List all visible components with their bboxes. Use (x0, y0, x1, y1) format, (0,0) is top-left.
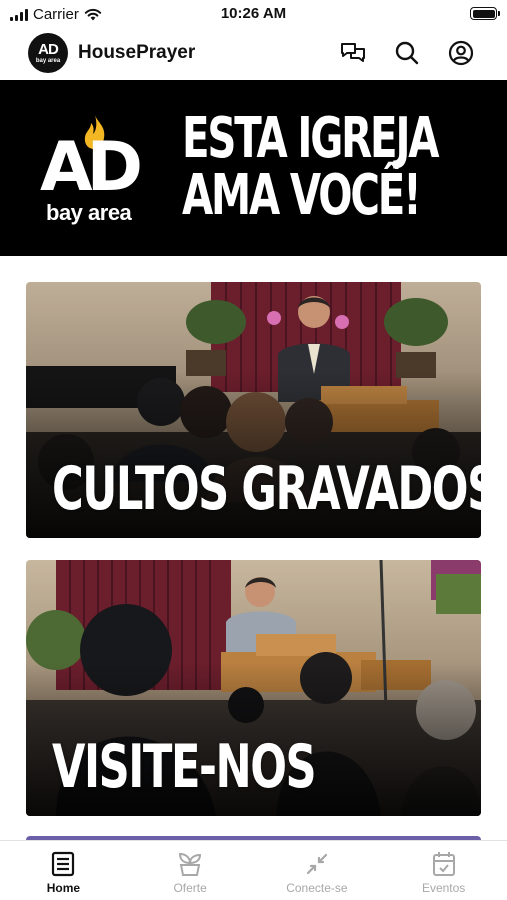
tab-bar: Home Oferte Conecte-se Eventos (0, 840, 507, 900)
logo-badge-text: AD (38, 41, 59, 58)
church-logo: AD bay area (40, 108, 160, 228)
hero-banner[interactable]: AD bay area ESTA IGREJA AMA VOCÊ! (0, 80, 507, 256)
tab-eventos-label: Eventos (421, 881, 466, 895)
tab-oferte[interactable]: Oferte (127, 841, 254, 900)
app-logo[interactable]: AD bay area (28, 33, 68, 73)
tab-conecte-se-label: Conecte-se (286, 881, 348, 895)
logo-badge-subtext: bay area (35, 58, 61, 64)
connect-icon (304, 851, 330, 877)
app-header: AD bay area HousePrayer (0, 30, 507, 78)
tab-conecte-se[interactable]: Conecte-se (254, 841, 381, 900)
recorded-services-card[interactable]: CULTOS GRAVADOS (26, 282, 481, 538)
hero-logo-text: AD (40, 128, 143, 207)
tab-home[interactable]: Home (0, 841, 127, 900)
search-icon[interactable] (392, 38, 422, 68)
status-bar: Carrier 10:26 AM (0, 0, 507, 30)
account-icon[interactable] (446, 38, 476, 68)
tab-home-label: Home (46, 881, 81, 895)
hero-headline: ESTA IGREJA AMA VOCÊ! (182, 106, 439, 228)
visit-us-card[interactable]: VISITE-NOS (26, 560, 481, 816)
app-title: HousePrayer (78, 42, 196, 63)
battery-icon (470, 7, 500, 20)
hero-line-2: AMA VOCÊ! (182, 163, 422, 228)
home-icon (50, 851, 76, 877)
card-label-recorded-services: CULTOS GRAVADOS (52, 454, 481, 524)
tab-eventos[interactable]: Eventos (380, 841, 507, 900)
chat-icon[interactable] (338, 38, 368, 68)
hero-line-1: ESTA IGREJA (182, 106, 439, 171)
tab-oferte-label: Oferte (173, 881, 207, 895)
plant-icon (177, 851, 203, 877)
card-label-visit-us: VISITE-NOS (52, 732, 317, 802)
status-time: 10:26 AM (220, 5, 287, 22)
calendar-icon (431, 851, 457, 877)
hero-logo-subtext: bay area (46, 200, 132, 225)
